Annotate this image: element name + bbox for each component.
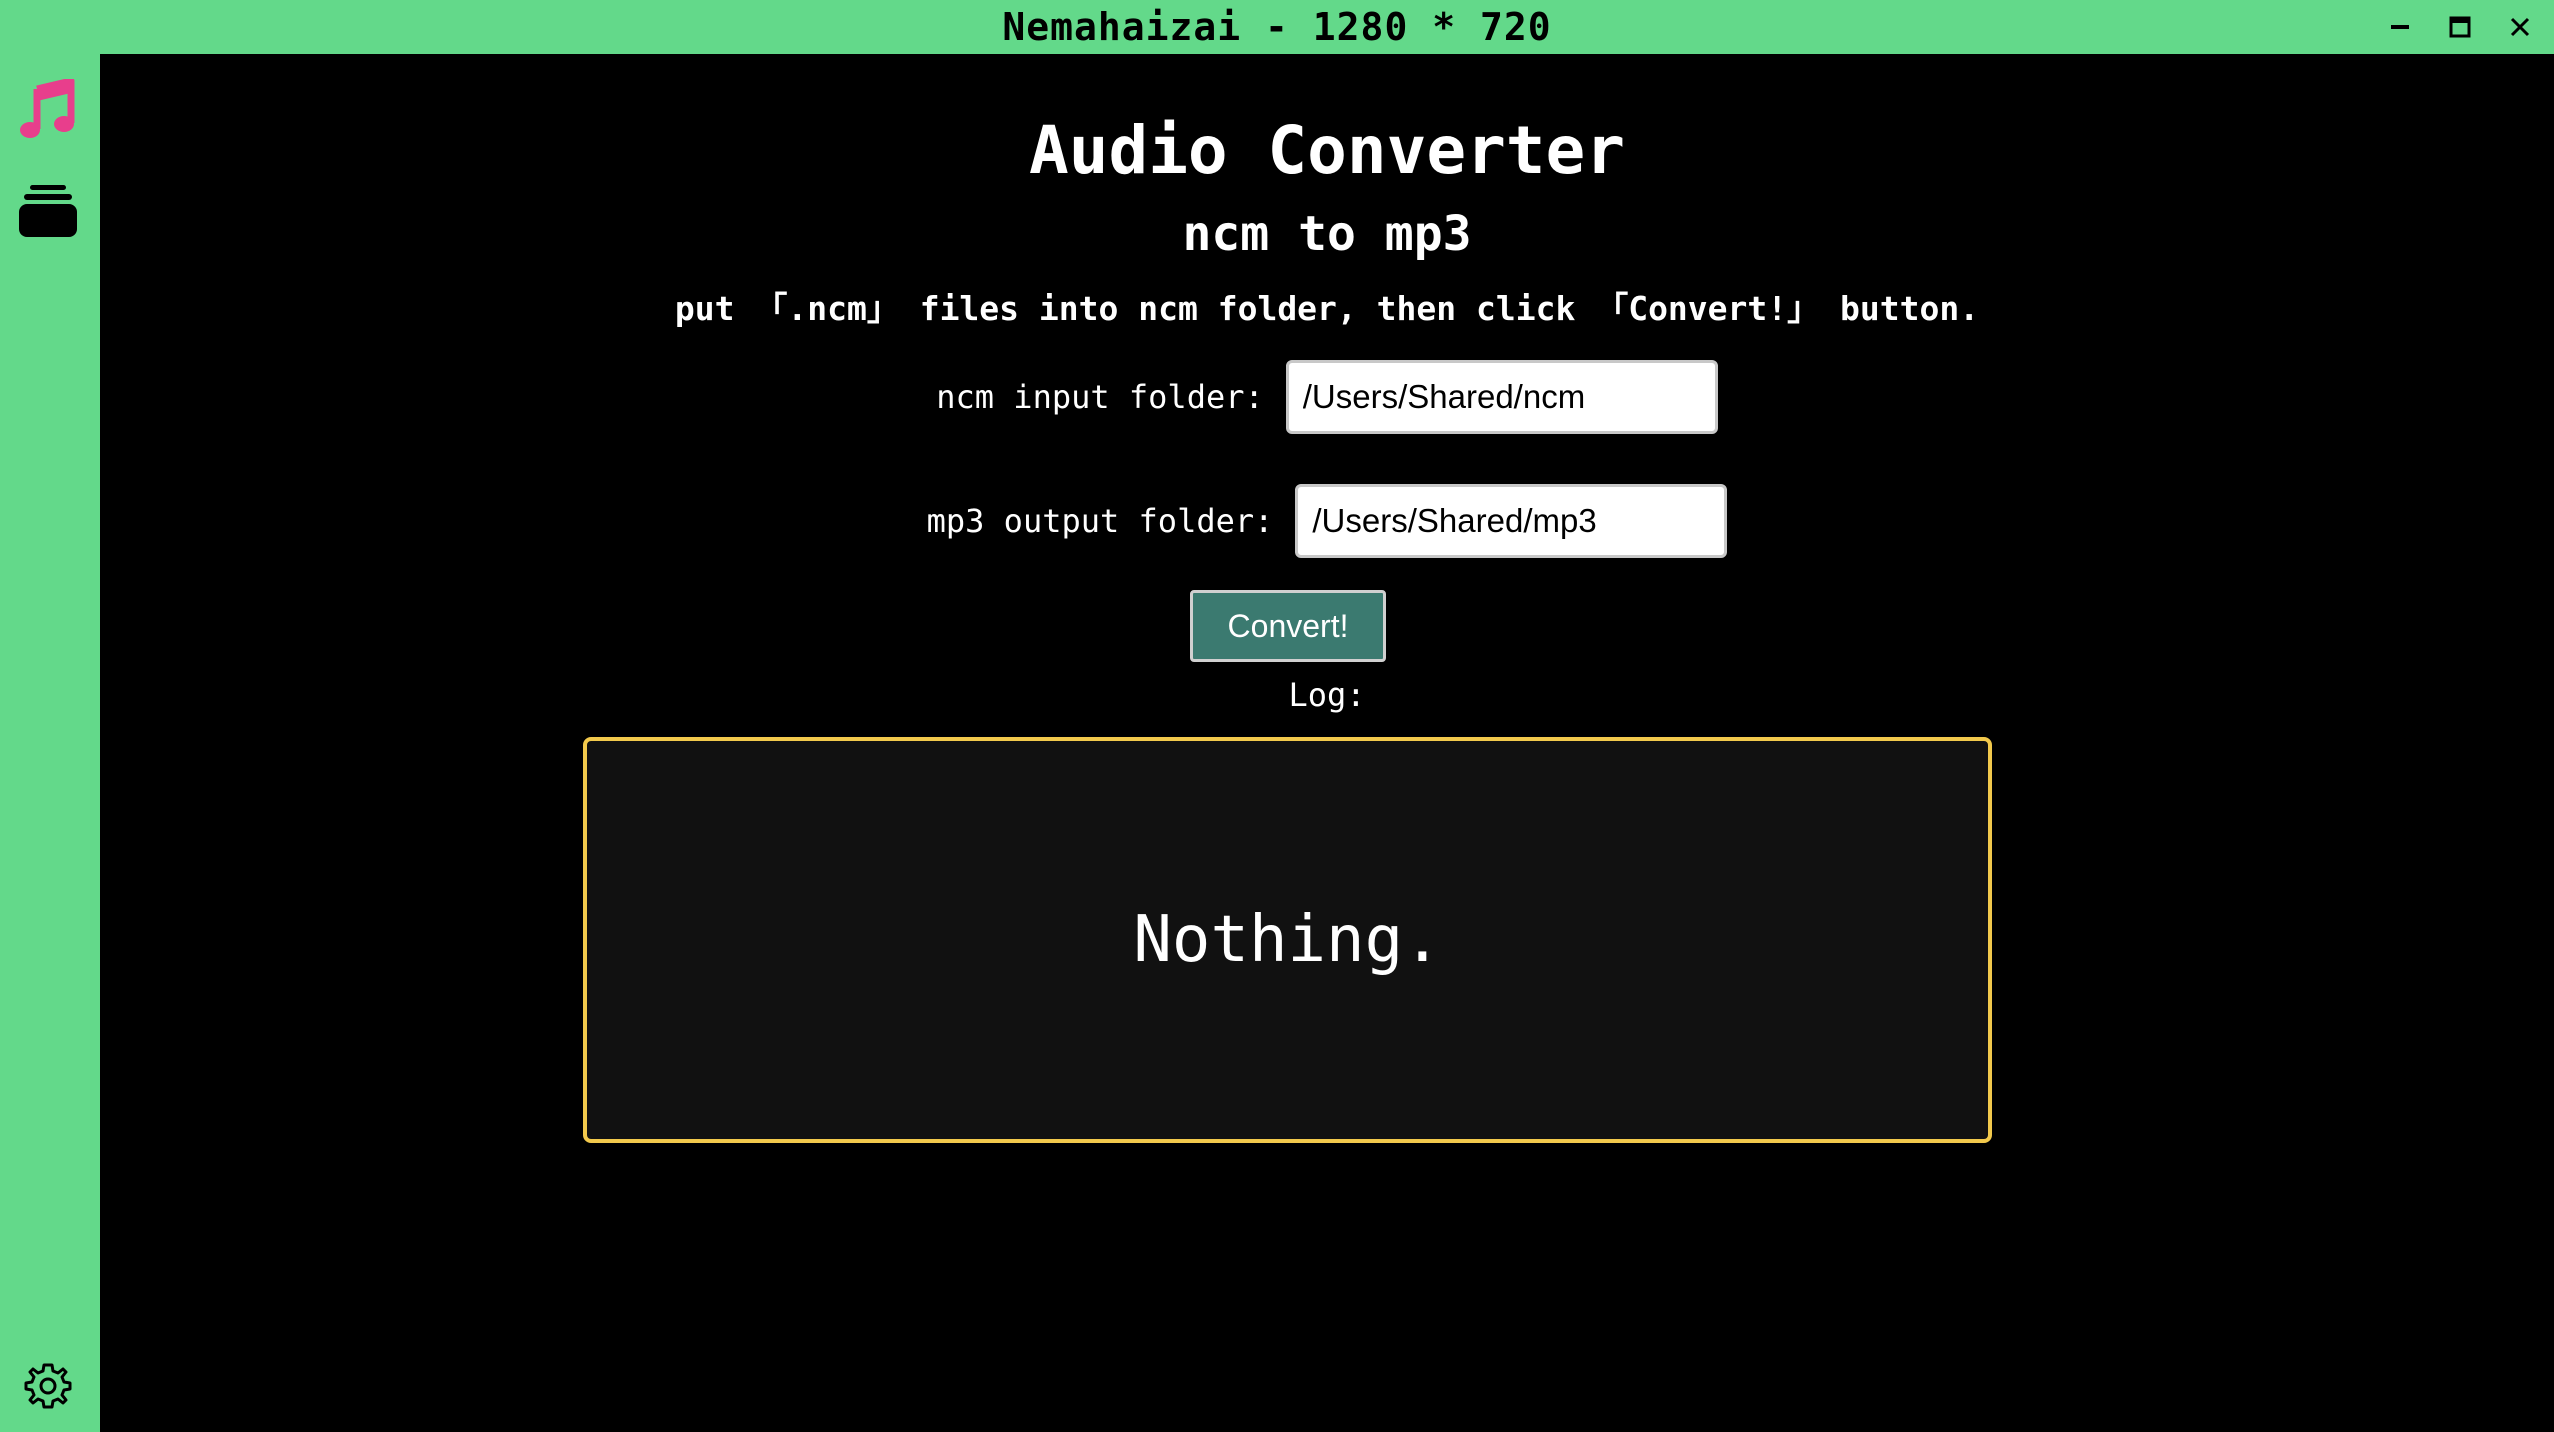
window-title: Nemahaizai - 1280 * 720: [1002, 5, 1552, 49]
input-folder-label: ncm input folder:: [936, 378, 1264, 416]
output-folder-row: mp3 output folder:: [100, 484, 2554, 558]
page-subtitle: ncm to mp3: [1182, 206, 1472, 262]
close-button[interactable]: [2504, 11, 2536, 43]
app-window: Nemahaizai - 1280 * 720 Audio Converter …: [0, 0, 2554, 1432]
input-folder-row: ncm input folder:: [100, 360, 2554, 434]
maximize-icon: [2449, 16, 2471, 38]
sidebar-item-music[interactable]: [16, 78, 80, 142]
sidebar: [0, 54, 100, 1432]
main-content: Audio Converter ncm to mp3 put 「.ncm」 fi…: [100, 54, 2554, 1432]
window-controls: [2384, 0, 2536, 54]
input-folder-field[interactable]: [1285, 360, 1718, 434]
minimize-icon: [2391, 25, 2409, 29]
convert-button[interactable]: Convert!: [1190, 590, 1386, 662]
music-note-icon: [20, 79, 75, 138]
title-bar: Nemahaizai - 1280 * 720: [0, 0, 2554, 54]
log-label: Log:: [1288, 676, 1366, 714]
sidebar-item-settings[interactable]: [16, 1354, 80, 1418]
close-icon: [2510, 17, 2530, 37]
gear-icon: [24, 1363, 72, 1409]
minimize-button[interactable]: [2384, 11, 2416, 43]
stack-icon: [19, 185, 77, 237]
output-folder-label: mp3 output folder:: [926, 502, 1274, 540]
log-text: Nothing.: [1133, 903, 1442, 977]
sidebar-item-stack[interactable]: [16, 180, 80, 244]
output-folder-field[interactable]: [1295, 484, 1728, 558]
maximize-button[interactable]: [2444, 11, 2476, 43]
page-title: Audio Converter: [1028, 112, 1626, 189]
instruction-text: put 「.ncm」 files into ncm folder, then c…: [674, 289, 1980, 328]
log-panel: Nothing.: [583, 737, 1992, 1143]
